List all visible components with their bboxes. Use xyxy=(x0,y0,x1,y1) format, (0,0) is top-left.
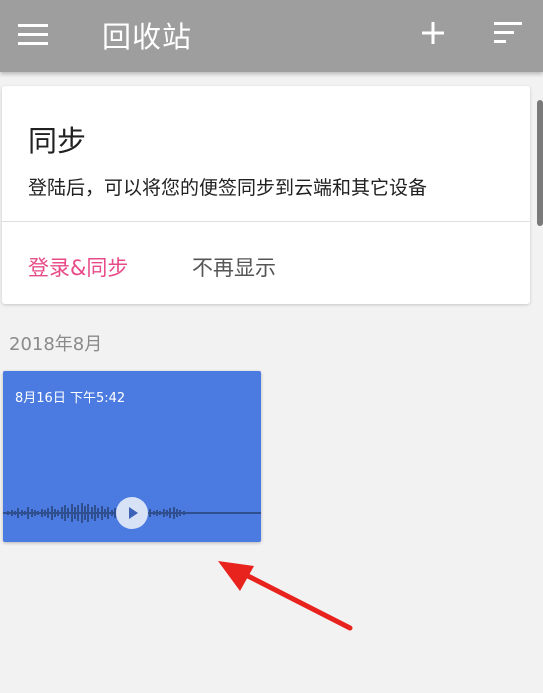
sort-lines-icon[interactable] xyxy=(490,18,524,48)
sync-card-description: 登陆后，可以将您的便签同步到云端和其它设备 xyxy=(28,177,428,199)
red-pointer-arrow-icon xyxy=(218,561,353,631)
dont-show-again-button[interactable]: 不再显示 xyxy=(192,252,276,282)
scrollbar[interactable] xyxy=(537,100,543,226)
divider xyxy=(2,221,530,222)
app-bar: 回收站 xyxy=(0,0,543,72)
page-title: 回收站 xyxy=(102,20,193,54)
sync-prompt-card: 同步 登陆后，可以将您的便签同步到云端和其它设备 登录&同步 不再显示 xyxy=(2,86,530,304)
plus-icon[interactable] xyxy=(418,18,448,48)
sync-card-heading: 同步 xyxy=(28,124,87,158)
hamburger-menu-icon[interactable] xyxy=(18,20,48,50)
play-icon[interactable] xyxy=(116,497,148,529)
note-timestamp: 8月16日 下午5:42 xyxy=(15,391,126,406)
login-sync-button[interactable]: 登录&同步 xyxy=(28,252,128,282)
voice-note-card[interactable]: 8月16日 下午5:42 xyxy=(3,371,261,542)
date-section-header: 2018年8月 xyxy=(9,334,103,355)
